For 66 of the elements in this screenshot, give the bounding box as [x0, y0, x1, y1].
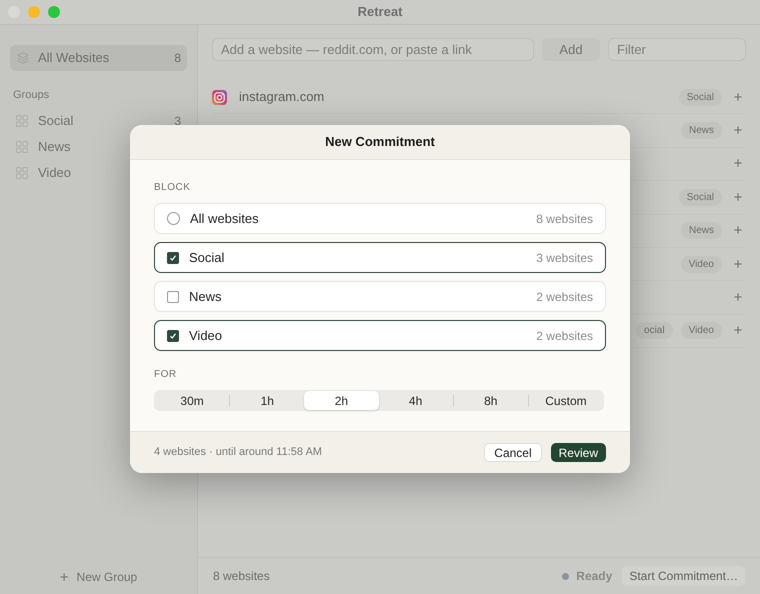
tag: Video	[680, 256, 722, 273]
option-count: 3 websites	[536, 250, 593, 266]
block-option[interactable]: News 2 websites	[154, 281, 606, 312]
window-title: Retreat	[358, 3, 402, 22]
filter-field[interactable]: Filter	[608, 38, 746, 61]
add-tag-button[interactable]: +	[730, 223, 746, 238]
add-button[interactable]: Add	[542, 38, 600, 61]
cancel-button[interactable]: Cancel	[484, 443, 542, 462]
add-tag-button[interactable]: +	[730, 256, 746, 272]
grid-icon	[16, 114, 28, 126]
radio-button[interactable]	[167, 212, 180, 225]
status-text: Ready	[576, 568, 612, 585]
duration-segment[interactable]: 2h	[304, 391, 379, 410]
block-option[interactable]: All websites 8 websites	[154, 203, 606, 234]
summary-text: 4 websites · until around 11:58 AM	[154, 445, 322, 460]
checkbox[interactable]	[167, 330, 179, 342]
tag: News	[680, 122, 722, 140]
block-option[interactable]: Social 3 websites	[154, 242, 606, 273]
option-label: News	[189, 288, 222, 306]
item-count: 8	[174, 50, 181, 67]
duration-segment[interactable]: 30m	[155, 391, 230, 410]
grid-icon	[16, 140, 28, 152]
add-tag-button[interactable]: +	[730, 123, 746, 138]
zoom-button[interactable]	[48, 6, 60, 18]
add-tag-button[interactable]: +	[730, 156, 746, 172]
section-heading: Groups	[12, 88, 50, 103]
dialog-title: New Commitment	[325, 133, 435, 152]
check-icon	[169, 254, 177, 262]
website-row[interactable]: instagram.com Social +	[212, 81, 746, 114]
website-count: 8 websites	[213, 568, 270, 585]
check-icon	[169, 332, 177, 340]
option-count: 2 websites	[536, 288, 593, 306]
option-count: 8 websites	[536, 210, 593, 228]
tag: Video	[680, 322, 722, 340]
add-tag-button[interactable]: +	[730, 90, 746, 105]
block-option[interactable]: Video 2 websites	[154, 320, 606, 351]
duration-segment[interactable]: 4h	[378, 391, 453, 410]
section-label: FOR	[154, 368, 178, 382]
checkbox[interactable]	[167, 290, 179, 302]
add-tag-button[interactable]: +	[730, 190, 746, 205]
add-website-field[interactable]: Add a website — reddit.com, or paste a link	[212, 38, 534, 61]
start-commitment-button[interactable]: Start Commitment…	[622, 566, 745, 586]
section-label: BLOCK	[154, 181, 192, 195]
sidebar-item[interactable]: News	[10, 134, 187, 160]
sidebar-item[interactable]: Social 3	[10, 108, 187, 134]
tag: Social	[678, 188, 722, 206]
tag: News	[680, 222, 722, 240]
option-label: Video	[189, 326, 222, 345]
sidebar-item[interactable]: All Websites 8	[10, 45, 187, 71]
add-tag-button[interactable]: +	[730, 323, 746, 338]
grid-icon	[16, 166, 28, 178]
checkbox[interactable]	[167, 252, 179, 264]
camera-icon	[212, 90, 227, 105]
tag: Social	[678, 88, 722, 106]
duration-segment[interactable]: 1h	[230, 391, 304, 410]
new-group-button[interactable]: + New Group	[60, 568, 138, 586]
option-count: 2 websites	[536, 328, 593, 344]
option-label: Social	[189, 248, 224, 267]
review-button[interactable]: Review	[550, 443, 606, 462]
website-domain: instagram.com	[239, 88, 324, 106]
tag: ocial	[636, 322, 673, 340]
duration-segment[interactable]: 8h	[454, 391, 528, 410]
item-count: 3	[174, 112, 181, 130]
duration-segment[interactable]: Custom	[528, 391, 604, 410]
add-tag-button[interactable]: +	[730, 290, 746, 306]
option-label: All websites	[190, 210, 259, 228]
